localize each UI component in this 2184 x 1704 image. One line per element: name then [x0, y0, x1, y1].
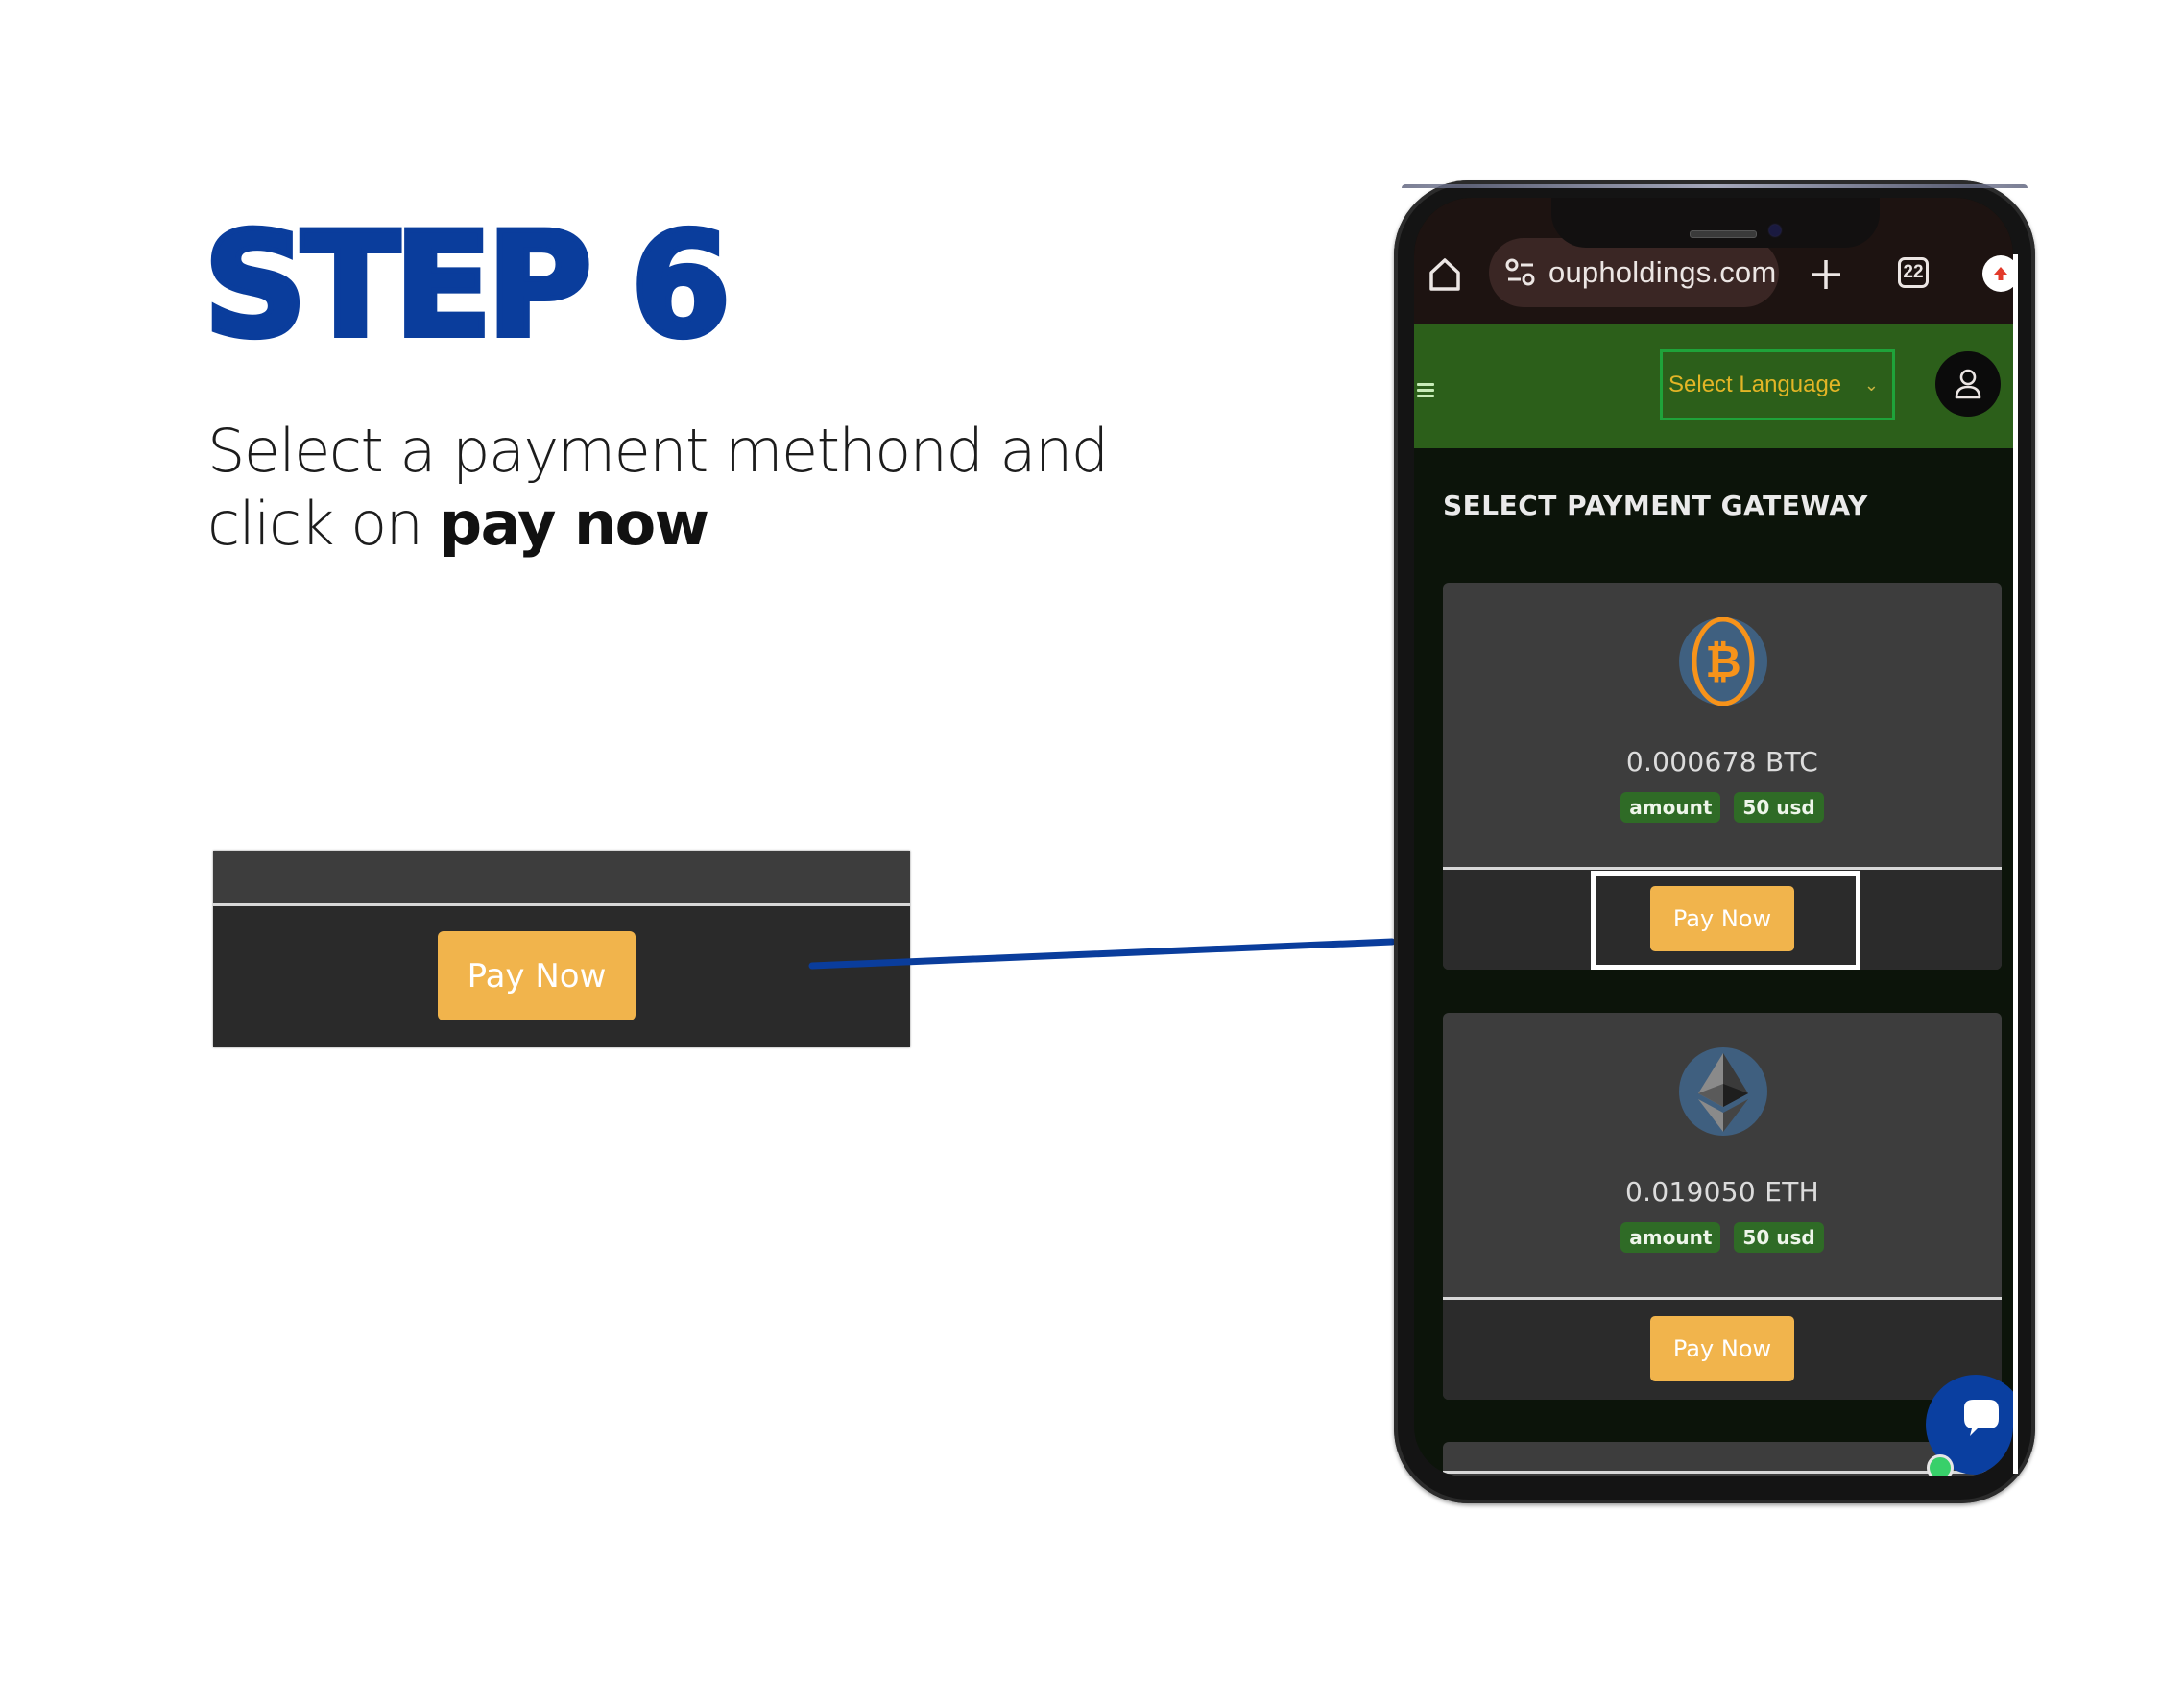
usd-value-tag: 50 usd — [1734, 1222, 1824, 1253]
gateway-tags: amount 50 usd — [1443, 1222, 2002, 1253]
card-divider — [1443, 1471, 2002, 1474]
bitcoin-icon: ₿ — [1679, 617, 1767, 706]
phone-camera — [1769, 225, 1781, 236]
site-settings-icon[interactable] — [1504, 258, 1537, 287]
step-title: STEP 6 — [201, 203, 733, 370]
url-text[interactable]: oupholdings.com — [1548, 255, 1776, 290]
ethereum-icon — [1679, 1047, 1767, 1136]
callout-zoom-panel: Pay Now — [213, 851, 910, 1047]
user-avatar-button[interactable] — [1935, 351, 2001, 417]
gateway-card-body: 0.019050 ETH amount 50 usd — [1443, 1013, 2002, 1297]
browser-toolbar: oupholdings.com 22 — [1414, 198, 2013, 324]
step-description-emphasis: pay now — [439, 489, 709, 559]
phone-speaker — [1690, 230, 1757, 238]
phone-screen: oupholdings.com 22 Select Language ⌄ SEL… — [1414, 198, 2013, 1476]
step-description: Select a payment methond and click on pa… — [207, 415, 1167, 561]
gateway-amount: 0.000678 BTC — [1625, 746, 1819, 778]
tab-switcher-icon[interactable]: 22 — [1898, 257, 1929, 288]
home-icon[interactable] — [1426, 255, 1464, 294]
amount-tag: amount — [1620, 1222, 1721, 1253]
page-title: SELECT PAYMENT GATEWAY — [1443, 490, 1868, 521]
screen-edge — [2013, 254, 2018, 1474]
language-select[interactable]: Select Language ⌄ — [1660, 349, 1895, 420]
gateway-amount: 0.019050 ETH — [1625, 1176, 1819, 1208]
gateway-card-next — [1443, 1442, 2002, 1476]
online-status-dot — [1927, 1454, 1954, 1476]
language-select-value: Select Language — [1668, 372, 1842, 397]
amount-tag: amount — [1620, 792, 1721, 823]
arrow-up-icon — [1994, 267, 2007, 280]
phone-notch — [1551, 198, 1880, 248]
callout-card-top — [213, 851, 910, 906]
new-tab-plus-icon[interactable] — [1809, 257, 1843, 292]
site-header: Select Language ⌄ — [1414, 324, 2013, 448]
hamburger-menu-icon[interactable] — [1417, 383, 1434, 398]
address-bar[interactable]: oupholdings.com — [1489, 238, 1779, 307]
gateway-card-eth: 0.019050 ETH amount 50 usd Pay Now — [1443, 1013, 2002, 1400]
usd-value-tag: 50 usd — [1734, 792, 1824, 823]
svg-text:₿: ₿ — [1705, 636, 1741, 687]
chevron-down-icon: ⌄ — [1863, 374, 1879, 395]
user-avatar-icon — [1955, 369, 1981, 399]
gateway-card-btc: ₿ 0.000678 BTC amount 50 usd Pay Now — [1443, 583, 2002, 970]
update-icon[interactable] — [1982, 255, 2013, 292]
callout-pay-now-button[interactable]: Pay Now — [438, 931, 636, 1020]
pay-now-button-btc[interactable]: Pay Now — [1650, 886, 1794, 951]
gateway-tags: amount 50 usd — [1443, 792, 2002, 823]
gateway-card-body: ₿ 0.000678 BTC amount 50 usd — [1443, 583, 2002, 867]
pay-now-button-eth[interactable]: Pay Now — [1650, 1316, 1794, 1381]
